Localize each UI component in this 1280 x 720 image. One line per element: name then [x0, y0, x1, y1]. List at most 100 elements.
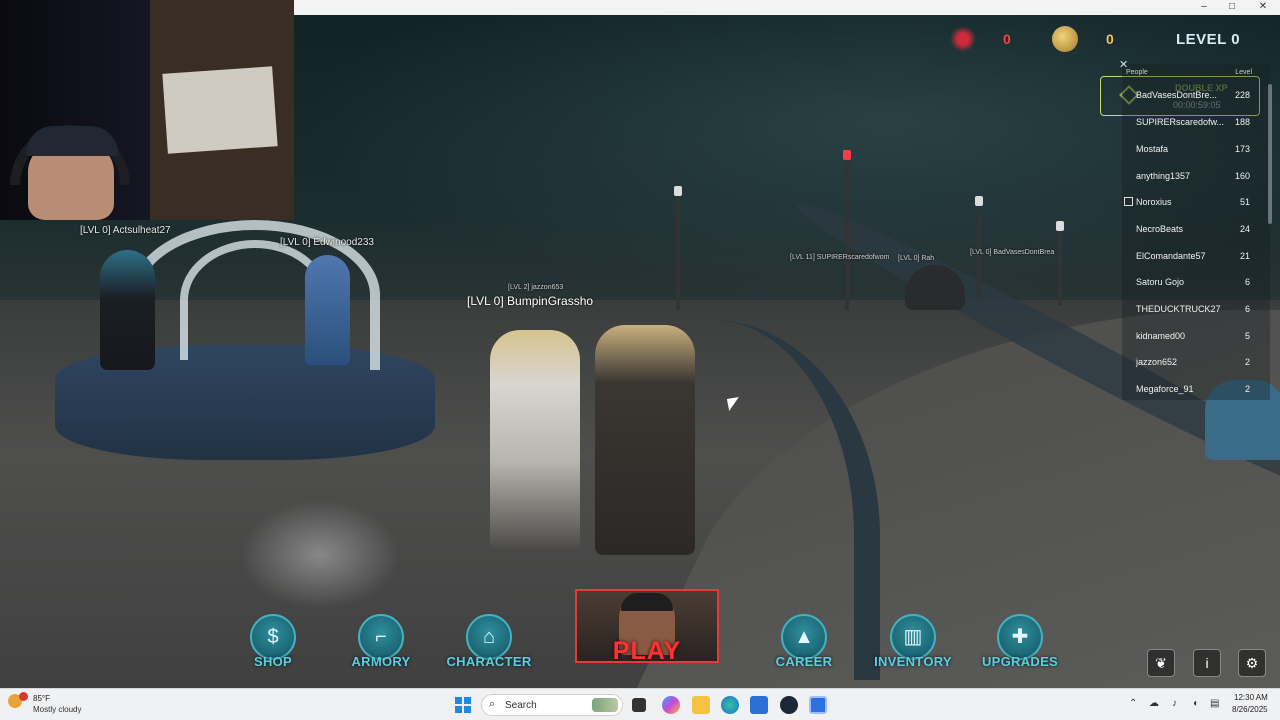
- player-row[interactable]: Satoru Gojo 6: [1122, 269, 1254, 295]
- info-button[interactable]: i: [1193, 649, 1221, 677]
- search-icon: ⌕: [489, 698, 496, 710]
- player-level: 5: [1244, 331, 1250, 341]
- player-avatar[interactable]: [305, 255, 350, 365]
- level-label: LEVEL 0: [1176, 31, 1241, 48]
- edge-browser-icon[interactable]: [721, 696, 739, 714]
- player-level: 6: [1244, 277, 1250, 287]
- roblox-icon[interactable]: [809, 696, 827, 714]
- info-icon: i: [1205, 655, 1209, 671]
- career-button[interactable]: ▲ CAREER: [749, 614, 859, 672]
- character-button[interactable]: ⌂ CHARACTER: [434, 614, 544, 672]
- hanger-glyph: ⌂: [482, 626, 496, 648]
- notification-badge-icon: [19, 692, 28, 701]
- player-row[interactable]: kidnamed00 5: [1122, 323, 1254, 349]
- light-spot: [240, 500, 400, 610]
- settings-button[interactable]: ⚙: [1238, 649, 1266, 677]
- network-icon[interactable]: ▤: [1210, 698, 1219, 709]
- nametag-edwinood: [LVL 0] Edwinood233: [280, 237, 374, 248]
- cloud-icon[interactable]: ☁: [1149, 698, 1159, 709]
- mouse-cursor-icon: [727, 397, 741, 411]
- twitter-button[interactable]: ❦: [1147, 649, 1175, 677]
- player-avatar[interactable]: [100, 250, 155, 370]
- maximize-button[interactable]: □: [1225, 1, 1239, 12]
- player-row[interactable]: Noroxius 51: [1122, 189, 1254, 215]
- clock-date[interactable]: 8/26/2025: [1232, 705, 1268, 714]
- clock-time[interactable]: 12:30 AM: [1234, 693, 1268, 702]
- nametag-bumpin: [LVL 0] BumpinGrassho: [467, 294, 594, 308]
- shop-label: SHOP: [253, 654, 293, 669]
- player-level: 6: [1244, 304, 1250, 314]
- street-lamp: [845, 155, 849, 310]
- street-lamp: [676, 190, 680, 310]
- taskbar-search[interactable]: ⌕ Search: [481, 694, 623, 716]
- player-level: 21: [1239, 251, 1250, 261]
- player-row[interactable]: ElComandante57 21: [1122, 243, 1254, 269]
- steam-icon[interactable]: [780, 696, 798, 714]
- kills-counter: 0: [1003, 31, 1011, 47]
- player-row[interactable]: BadVasesDontBre... 228: [1122, 82, 1254, 108]
- player-list: ✕ People Level BadVasesDontBre... 228 SU…: [1119, 59, 1270, 402]
- player-level: 2: [1244, 357, 1250, 367]
- search-highlight-icon: [592, 698, 618, 712]
- upgrades-label: UPGRADES: [981, 654, 1059, 669]
- chevron-up-icon[interactable]: ⌃: [1129, 698, 1137, 709]
- weather-desc[interactable]: Mostly cloudy: [33, 705, 81, 714]
- webcam-poster: [162, 66, 278, 154]
- microphone-icon[interactable]: ♪: [1172, 698, 1177, 709]
- store-icon[interactable]: [750, 696, 768, 714]
- career-label: CAREER: [775, 654, 833, 669]
- player-name: kidnamed00: [1136, 331, 1186, 341]
- copilot-icon[interactable]: [662, 696, 680, 714]
- player-row[interactable]: Mostafa 173: [1122, 136, 1254, 162]
- player-name: anything1357: [1136, 171, 1191, 181]
- player-row[interactable]: NecroBeats 24: [1122, 216, 1254, 242]
- player-level: 160: [1234, 171, 1250, 181]
- player-level: 2: [1244, 384, 1250, 394]
- player-row[interactable]: anything1357 160: [1122, 163, 1254, 189]
- nametag-jazzon: [LVL 2] jazzon653: [508, 284, 564, 291]
- player-name: Satoru Gojo: [1136, 277, 1185, 287]
- player-row[interactable]: SUPIRERscaredofw... 188: [1122, 109, 1254, 135]
- webcam-overlay: [0, 0, 294, 220]
- upgrades-button[interactable]: ✚ UPGRADES: [965, 614, 1075, 672]
- armory-button[interactable]: ⌐ ARMORY: [326, 614, 436, 672]
- player-level: 173: [1234, 144, 1250, 154]
- speaker-icon[interactable]: ◖: [1192, 698, 1198, 709]
- player-level: 188: [1234, 117, 1250, 127]
- play-button[interactable]: PLAY: [575, 589, 719, 663]
- career-glyph: ▲: [794, 626, 814, 648]
- player-name: Mostafa: [1136, 144, 1169, 154]
- inventory-button[interactable]: ▥ INVENTORY: [858, 614, 968, 672]
- task-view-icon[interactable]: [632, 698, 646, 712]
- twitter-icon: ❦: [1155, 655, 1167, 671]
- nametag-distant: [LVL 11] SUPIRERscaredofwom: [790, 254, 890, 261]
- windows-start-icon[interactable]: [455, 697, 471, 713]
- shop-button[interactable]: $ SHOP: [218, 614, 328, 672]
- street-lamp: [1058, 225, 1062, 305]
- player-name: SUPIRERscaredofw...: [1136, 117, 1225, 127]
- player-row[interactable]: THEDUCKTRUCK27 6: [1122, 296, 1254, 322]
- pistol-glyph: ⌐: [375, 626, 387, 648]
- lamp-light: [674, 186, 682, 196]
- inventory-label: INVENTORY: [874, 654, 952, 669]
- nametag-actsulheat: [LVL 0] Actsulheat27: [80, 225, 171, 236]
- level-header: Level: [1235, 69, 1252, 76]
- player-row[interactable]: Megaforce_91 2: [1122, 376, 1254, 402]
- player-row[interactable]: jazzon652 2: [1122, 349, 1254, 375]
- file-explorer-icon[interactable]: [692, 696, 710, 714]
- blood-splatter-icon: [950, 26, 976, 52]
- player-avatar[interactable]: [595, 325, 695, 555]
- play-hero-cap: [621, 593, 673, 611]
- lamp-light: [1056, 221, 1064, 231]
- weather-temp[interactable]: 85°F: [33, 694, 50, 703]
- character-label: CHARACTER: [446, 654, 532, 669]
- player-avatar[interactable]: [490, 330, 580, 550]
- player-name: Megaforce_91: [1136, 384, 1194, 394]
- minimize-button[interactable]: –: [1197, 1, 1211, 12]
- player-list-scrollbar[interactable]: [1268, 84, 1272, 224]
- coin-icon: [1052, 26, 1078, 52]
- player-name: jazzon652: [1136, 357, 1178, 367]
- player-name: BadVasesDontBre...: [1136, 90, 1217, 100]
- close-button[interactable]: ✕: [1256, 1, 1270, 12]
- premium-badge-icon: [1124, 197, 1133, 206]
